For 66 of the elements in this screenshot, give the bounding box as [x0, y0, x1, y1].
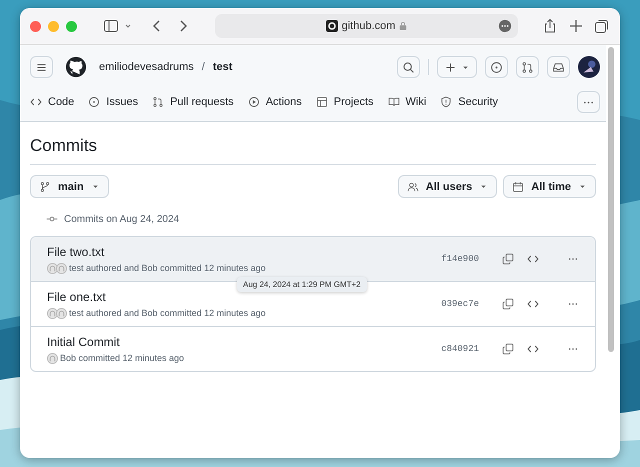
- close-icon[interactable]: [30, 20, 41, 32]
- inbox-icon: [552, 60, 565, 74]
- nav-tab[interactable]: Projects: [316, 96, 374, 108]
- tabs-icon[interactable]: [594, 18, 610, 34]
- copy-icon[interactable]: [502, 298, 514, 310]
- branch-button[interactable]: main: [30, 175, 109, 198]
- nav-tab[interactable]: Actions: [248, 96, 302, 108]
- nav-tab[interactable]: Issues: [88, 96, 138, 108]
- commit-sha-link[interactable]: 039ec7e: [441, 299, 479, 309]
- nav-tab[interactable]: Pull requests: [152, 96, 234, 108]
- more-icon[interactable]: [498, 19, 512, 33]
- nav-tab[interactable]: Code: [30, 96, 74, 108]
- address-bar[interactable]: github.com: [215, 14, 518, 38]
- copy-icon[interactable]: [502, 253, 514, 265]
- plus-icon: [444, 60, 457, 74]
- plus-icon[interactable]: [568, 18, 584, 34]
- repo-name-link[interactable]: test: [212, 61, 232, 73]
- book-icon: [388, 96, 400, 108]
- issue-icon: [88, 96, 100, 108]
- issues-button[interactable]: [485, 56, 508, 78]
- commit-title[interactable]: File two.txt: [47, 244, 104, 258]
- share-icon[interactable]: [542, 18, 558, 34]
- commit-meta: test authored and Bob committed 12 minutes ago: [69, 308, 266, 318]
- nav-tab[interactable]: Wiki: [388, 96, 426, 108]
- site-logo-icon: [326, 20, 338, 32]
- scrollbar-thumb[interactable]: [608, 47, 614, 352]
- commit-title[interactable]: Initial Commit: [47, 334, 120, 348]
- pull-request-icon: [521, 60, 534, 74]
- page-title: Commits: [30, 122, 596, 165]
- issue-icon: [490, 60, 503, 74]
- avatar-icon[interactable]: [578, 56, 600, 78]
- create-button[interactable]: [437, 56, 477, 78]
- commit-meta: Bob committed 12 minutes ago: [60, 353, 184, 363]
- menu-button[interactable]: [30, 56, 53, 78]
- date-tooltip: Aug 24, 2024 at 1:29 PM GMT+2: [237, 277, 367, 292]
- inbox-button[interactable]: [547, 56, 570, 78]
- code-icon[interactable]: [527, 253, 539, 265]
- path-separator: /: [202, 61, 205, 73]
- people-icon: [406, 180, 419, 192]
- calendar-icon: [512, 180, 524, 192]
- lock-icon: [399, 21, 408, 31]
- filter-button[interactable]: All users: [398, 175, 498, 198]
- search-icon: [402, 60, 415, 74]
- commit-sha-link[interactable]: f14e900: [441, 254, 479, 264]
- shield-icon: [440, 96, 452, 108]
- branch-icon: [39, 180, 51, 192]
- commit-row[interactable]: Initial Commit Bob committed 12 minutes ago c840921: [31, 326, 595, 371]
- github-logo-icon[interactable]: [65, 56, 87, 78]
- nav-tab[interactable]: Security: [440, 96, 498, 108]
- sidebar-icon[interactable]: [103, 18, 119, 34]
- repo-owner-link[interactable]: emiliodevesadrums: [99, 61, 194, 73]
- pull-requests-button[interactable]: [516, 56, 539, 78]
- code-icon[interactable]: [527, 298, 539, 310]
- search-button[interactable]: [397, 56, 420, 78]
- table-icon: [316, 96, 328, 108]
- commit-row[interactable]: File two.txt test authored and Bob committed 12 minutes ago f14e900: [31, 237, 595, 281]
- code-icon: [30, 96, 42, 108]
- play-icon: [248, 96, 260, 108]
- filter-button[interactable]: All time: [503, 175, 596, 198]
- copy-icon[interactable]: [502, 343, 514, 355]
- commit-meta: test authored and Bob committed 12 minutes ago: [69, 263, 266, 273]
- commit-sha-link[interactable]: c840921: [441, 344, 479, 354]
- commit-title[interactable]: File one.txt: [47, 290, 106, 304]
- pull-request-icon: [152, 96, 164, 108]
- code-icon[interactable]: [527, 343, 539, 355]
- group-heading: Commits on Aug 24, 2024: [64, 214, 180, 224]
